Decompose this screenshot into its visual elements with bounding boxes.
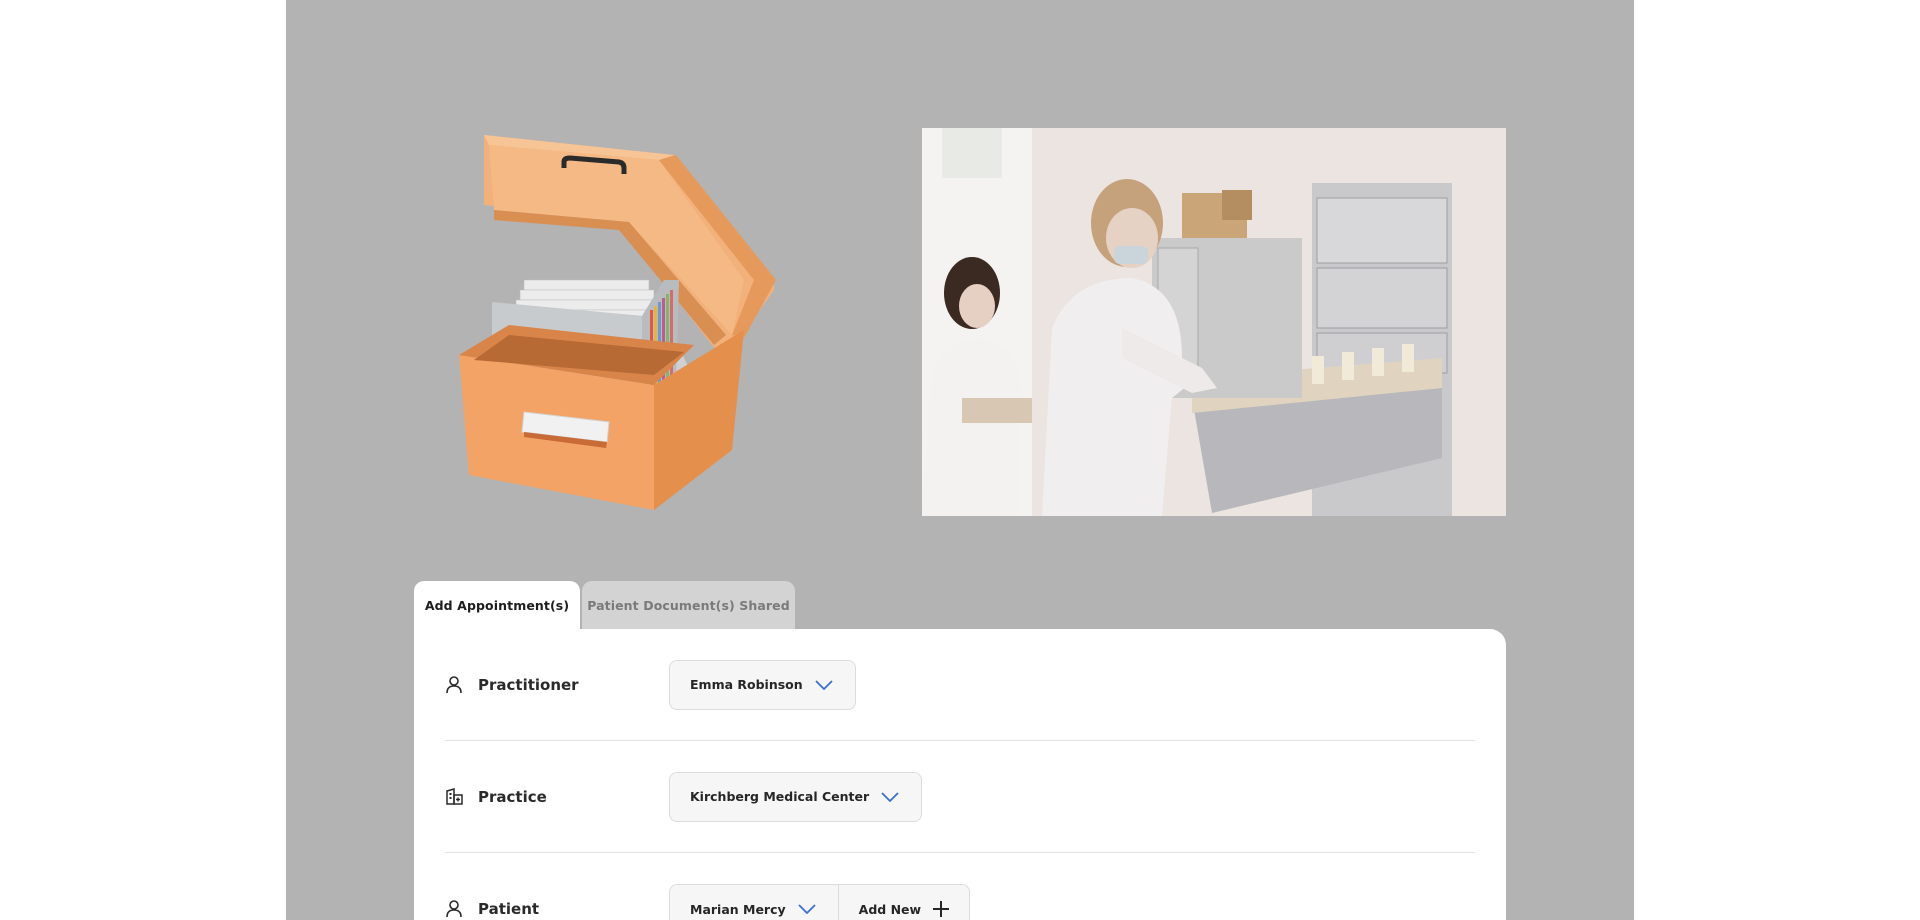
add-new-patient-button[interactable]: Add New [837,885,969,920]
chevron-down-icon [798,902,818,916]
add-new-label: Add New [858,901,922,917]
card-index-box-illustration [414,130,794,510]
practitioner-label: Practitioner [478,675,579,694]
patient-value: Marian Mercy [690,901,786,917]
building-icon [445,788,463,806]
practice-label-group: Practice [445,788,669,806]
practitioner-row: Practitioner Emma Robinson [445,629,1475,741]
appointment-tabs: Add Appointment(s) Patient Document(s) S… [414,581,795,629]
plus-icon [933,901,950,917]
person-icon [445,900,463,918]
patient-label: Patient [478,900,540,918]
practitioner-label-group: Practitioner [445,676,669,694]
chevron-down-icon [815,678,835,692]
patient-label-group: Patient [445,900,669,918]
practice-value: Kirchberg Medical Center [690,789,870,804]
practitioner-value: Emma Robinson [690,677,803,692]
practice-select[interactable]: Kirchberg Medical Center [669,771,923,822]
person-icon [445,675,463,694]
appointment-form-panel: Practitioner Emma Robinson Practice Kirc… [414,629,1506,920]
tab-patient-documents-shared[interactable]: Patient Document(s) Shared [582,581,795,629]
practice-row: Practice Kirchberg Medical Center [445,741,1475,853]
chevron-down-icon [881,790,901,804]
patient-select[interactable]: Marian Mercy [670,885,838,920]
practice-label: Practice [478,787,547,806]
tab-add-appointments[interactable]: Add Appointment(s) [414,581,580,629]
page-backdrop: Add Appointment(s) Patient Document(s) S… [286,0,1634,920]
patient-select-group: Marian Mercy Add New [669,884,971,920]
patient-row: Patient Marian Mercy Add New [445,853,1475,920]
medical-records-photo [922,128,1506,516]
practitioner-select[interactable]: Emma Robinson [669,659,856,710]
